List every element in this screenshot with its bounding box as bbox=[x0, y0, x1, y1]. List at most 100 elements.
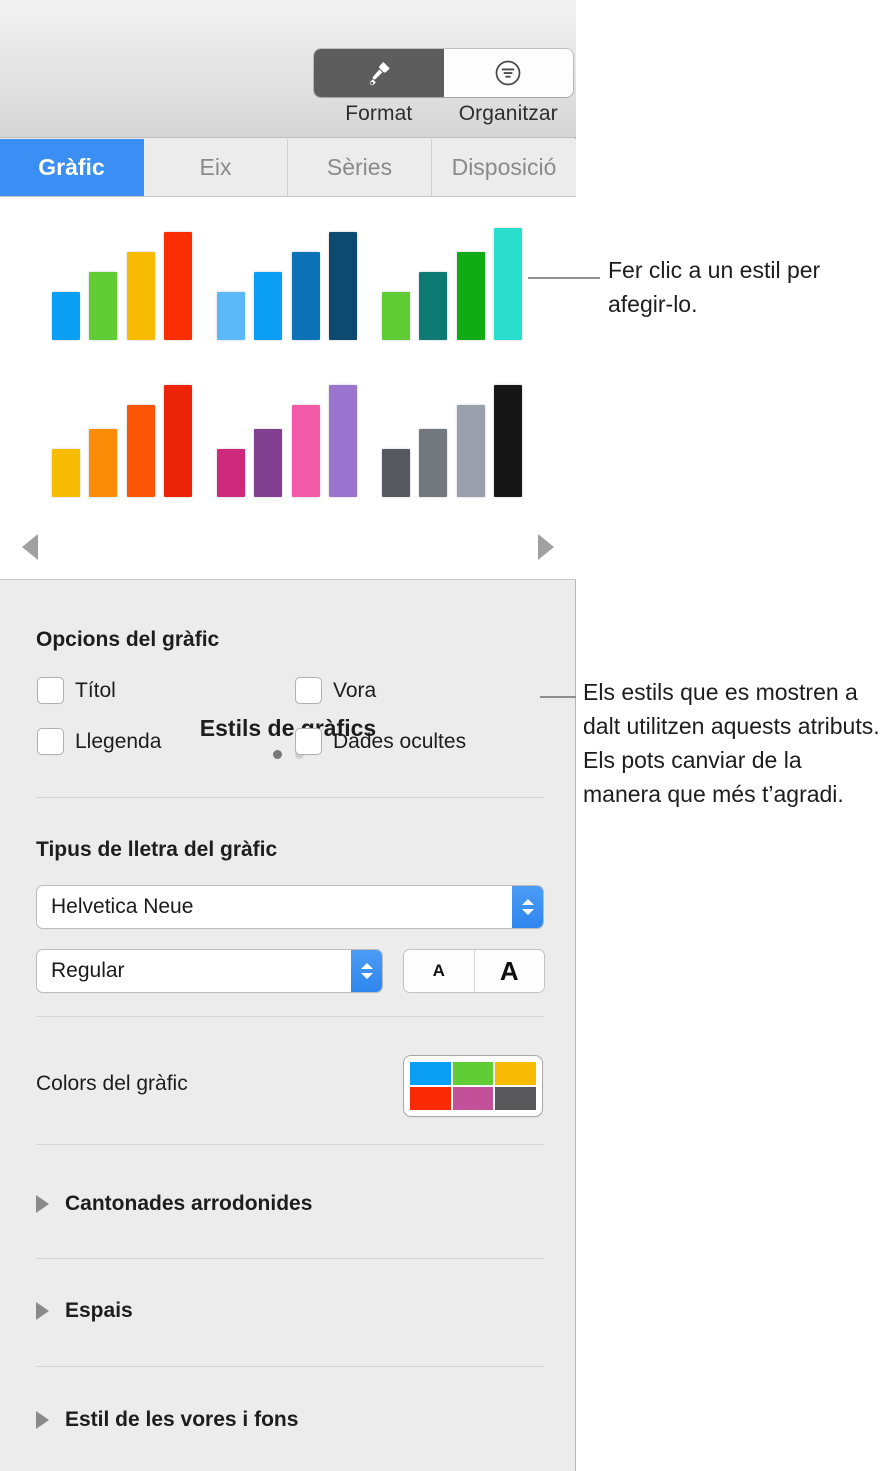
font-family-select[interactable]: Helvetica Neue bbox=[37, 886, 543, 928]
chart-style-style-multicolor[interactable] bbox=[52, 210, 192, 340]
style-bar bbox=[217, 449, 245, 497]
chart-colors-swatch-button[interactable] bbox=[404, 1056, 542, 1116]
style-bar bbox=[291, 252, 320, 340]
style-bar bbox=[163, 232, 192, 340]
style-bar bbox=[456, 252, 485, 340]
chart-style-style-blues[interactable] bbox=[217, 210, 357, 340]
style-bar bbox=[328, 232, 357, 340]
swatch-cell bbox=[495, 1062, 536, 1085]
swatch-cell bbox=[452, 1087, 494, 1110]
font-style-select[interactable]: Regular bbox=[37, 950, 382, 992]
checkbox-dades-ocultes[interactable]: Dades ocultes bbox=[296, 729, 466, 754]
checkbox-dades-ocultes-label: Dades ocultes bbox=[333, 729, 467, 753]
chart-colors-swatch-grid bbox=[410, 1062, 536, 1110]
style-bar bbox=[89, 429, 118, 497]
tab-disposicio[interactable]: Disposició bbox=[432, 139, 576, 196]
chart-options-row-2: Llegenda Dades ocultes bbox=[38, 729, 548, 754]
callout-style-attributes: Els estils que es mostren a dalt utilitz… bbox=[583, 679, 880, 807]
checkbox-llegenda[interactable]: Llegenda bbox=[38, 729, 296, 754]
checkbox-dades-ocultes-box[interactable] bbox=[296, 729, 321, 754]
checkbox-llegenda-label: Llegenda bbox=[75, 729, 162, 753]
swatch-cell bbox=[452, 1062, 494, 1085]
segmented-control-labels: Format Organitzar bbox=[314, 99, 573, 131]
font-family-stepper-icon[interactable] bbox=[512, 886, 543, 928]
disclosure-cantonades-arrodonides[interactable]: Cantonades arrodonides bbox=[36, 1189, 536, 1219]
inspector-tab-bar: Gràfic Eix Sèries Disposició bbox=[0, 139, 576, 197]
style-bar bbox=[382, 449, 410, 497]
checkbox-vora-label: Vora bbox=[333, 678, 377, 702]
callout-leader-line bbox=[540, 696, 576, 698]
next-styles-arrow-icon[interactable] bbox=[538, 534, 554, 560]
format-label: Format bbox=[345, 102, 413, 125]
disclosure-label: Espais bbox=[65, 1299, 133, 1322]
style-bar bbox=[382, 292, 410, 340]
format-organize-segmented-control[interactable] bbox=[314, 49, 573, 97]
inspector-toolbar: Format Organitzar bbox=[0, 0, 576, 138]
paintbrush-icon bbox=[369, 62, 390, 86]
format-inspector-panel: Format Organitzar Gràfic Eix Sèries Disp… bbox=[0, 0, 576, 1471]
chevron-up-icon bbox=[360, 963, 373, 969]
chart-style-style-warm[interactable] bbox=[52, 367, 192, 497]
style-bar bbox=[254, 272, 283, 340]
format-button[interactable] bbox=[314, 49, 444, 97]
style-bar bbox=[493, 228, 522, 340]
tab-eix[interactable]: Eix bbox=[144, 139, 288, 196]
chevron-down-icon bbox=[360, 973, 373, 979]
style-bar bbox=[419, 429, 448, 497]
chart-style-style-grays[interactable] bbox=[382, 367, 522, 497]
style-bar bbox=[52, 292, 80, 340]
disclosure-label: Estil de les vores i fons bbox=[65, 1408, 299, 1431]
align-icon bbox=[495, 60, 521, 86]
tab-series[interactable]: Sèries bbox=[288, 139, 432, 196]
checkbox-vora-box[interactable] bbox=[296, 678, 321, 703]
disclosure-triangle-icon[interactable] bbox=[36, 1195, 49, 1213]
chevron-up-icon bbox=[521, 899, 534, 905]
style-bar bbox=[163, 385, 192, 497]
organize-label: Organitzar bbox=[458, 102, 558, 125]
chart-style-style-magenta-purple[interactable] bbox=[217, 367, 357, 497]
divider bbox=[36, 1366, 544, 1367]
swatch-cell bbox=[410, 1062, 451, 1085]
style-bar bbox=[89, 272, 118, 340]
font-style-stepper-icon[interactable] bbox=[351, 950, 382, 992]
chart-style-style-greens[interactable] bbox=[382, 210, 522, 340]
style-bar bbox=[291, 405, 320, 497]
increase-font-size-button[interactable]: A bbox=[474, 950, 544, 992]
disclosure-espais[interactable]: Espais bbox=[36, 1296, 536, 1326]
font-family-value: Helvetica Neue bbox=[51, 895, 194, 918]
callout-leader-line bbox=[528, 277, 600, 279]
checkbox-titol-box[interactable] bbox=[38, 678, 63, 703]
swatch-cell bbox=[495, 1087, 536, 1110]
checkbox-titol-label: Títol bbox=[75, 678, 116, 702]
disclosure-triangle-icon[interactable] bbox=[36, 1302, 49, 1320]
style-bar bbox=[126, 405, 155, 497]
tab-grafic[interactable]: Gràfic bbox=[0, 139, 144, 196]
chart-colors-label: Colors del gràfic bbox=[36, 1072, 188, 1095]
font-size-buttons[interactable]: A A bbox=[404, 950, 544, 992]
style-bar bbox=[419, 272, 448, 340]
chart-styles-row-1 bbox=[52, 210, 522, 340]
divider bbox=[36, 1016, 544, 1017]
swatch-cell bbox=[410, 1087, 451, 1110]
callout-chart-styles: Fer clic a un estil per afegir-lo. bbox=[608, 257, 821, 317]
chart-options-row-1: Títol Vora bbox=[38, 678, 548, 703]
font-style-value: Regular bbox=[51, 959, 125, 982]
disclosure-label: Cantonades arrodonides bbox=[65, 1192, 313, 1215]
style-bar bbox=[493, 385, 522, 497]
chart-styles-gallery: Estils de gràfics bbox=[0, 197, 576, 759]
checkbox-vora[interactable]: Vora bbox=[296, 678, 376, 703]
checkbox-titol[interactable]: Títol bbox=[38, 678, 296, 703]
disclosure-estil-vores-fons[interactable]: Estil de les vores i fons bbox=[36, 1405, 536, 1435]
divider bbox=[36, 1258, 544, 1259]
chart-styles-row-2 bbox=[52, 367, 522, 497]
style-bar bbox=[328, 385, 357, 497]
style-bar bbox=[254, 429, 283, 497]
organize-button[interactable] bbox=[443, 49, 573, 97]
style-bar bbox=[52, 449, 80, 497]
style-bar bbox=[126, 252, 155, 340]
divider bbox=[36, 797, 544, 798]
previous-styles-arrow-icon[interactable] bbox=[22, 534, 38, 560]
checkbox-llegenda-box[interactable] bbox=[38, 729, 63, 754]
decrease-font-size-button[interactable]: A bbox=[404, 950, 475, 992]
disclosure-triangle-icon[interactable] bbox=[36, 1411, 49, 1429]
